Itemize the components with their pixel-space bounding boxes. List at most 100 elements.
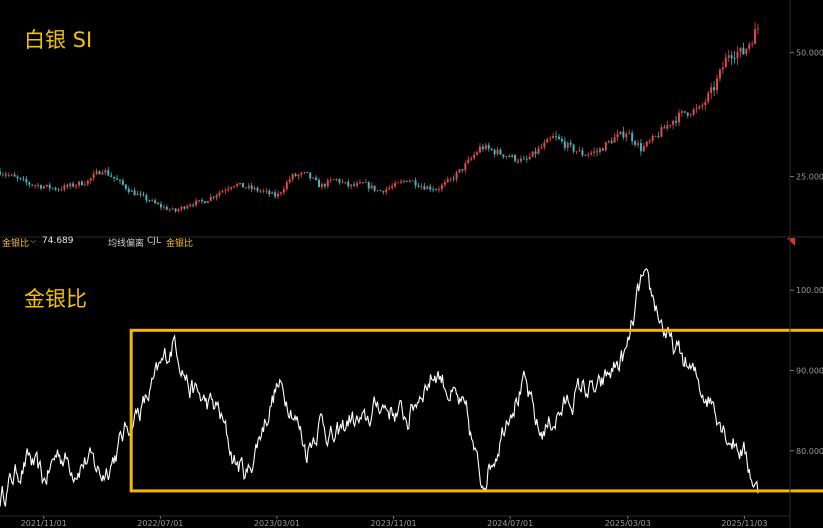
silver-candle-body <box>704 101 707 106</box>
silver-candle-body <box>347 181 350 187</box>
silver-candle-body <box>683 111 686 113</box>
silver-candle-body <box>745 48 748 55</box>
silver-candle-body <box>198 200 201 201</box>
silver-candle-body <box>206 200 209 204</box>
silver-candle-body <box>63 185 66 190</box>
silver-candle-body <box>496 149 499 155</box>
silver-candle-body <box>607 141 610 143</box>
silver-candle-body <box>37 185 40 186</box>
silver-candle-body <box>440 184 443 190</box>
silver-candle-body <box>648 140 651 142</box>
silver-candle-body <box>157 203 160 205</box>
gold-silver-ratio-line <box>0 268 759 507</box>
silver-candle-body <box>80 181 83 186</box>
silver-candle-body <box>148 200 151 202</box>
silver-candle-body <box>601 148 604 151</box>
x-tick-label: 2022/07/01 <box>137 519 183 528</box>
silver-candle-body <box>534 151 537 154</box>
silver-candle-body <box>133 190 136 196</box>
silver-candle-body <box>511 155 514 158</box>
silver-candle-body <box>484 145 487 150</box>
silver-candle-body <box>411 180 414 182</box>
highlight-range-box <box>129 328 823 493</box>
silver-candle-body <box>288 179 291 183</box>
silver-candle-body <box>724 57 727 68</box>
silver-candle-body <box>370 185 373 189</box>
silver-candle-body <box>279 192 282 194</box>
ratio-y-tick-label: 100.000 <box>796 286 823 295</box>
indicator-name[interactable]: 金银比 <box>2 236 29 249</box>
silver-candle-body <box>39 185 42 189</box>
silver-candle-body <box>458 169 461 173</box>
silver-candle-body <box>145 195 148 201</box>
silver-candle-body <box>215 195 218 198</box>
silver-candle-body <box>315 177 318 180</box>
silver-candle-body <box>233 186 236 188</box>
silver-candle-body <box>569 142 572 145</box>
silver-candle-body <box>180 206 183 210</box>
silver-candle-body <box>669 124 672 126</box>
silver-candle-body <box>78 181 81 186</box>
silver-candle-body <box>628 133 631 134</box>
silver-candle-body <box>429 186 432 190</box>
silver-candle-body <box>557 136 560 139</box>
silver-candle-body <box>227 188 230 191</box>
silver-candle-body <box>572 144 575 152</box>
silver-candle-body <box>25 179 28 183</box>
silver-candle-body <box>309 172 312 179</box>
silver-candle-body <box>162 206 165 208</box>
silver-candle-body <box>218 192 221 196</box>
silver-candle-body <box>4 174 7 176</box>
silver-candle-body <box>739 47 742 53</box>
silver-candle-body <box>721 67 724 70</box>
silver-candle-body <box>604 142 607 151</box>
silver-candle-body <box>689 114 692 116</box>
silver-chart-title: 白银 SI <box>24 28 93 52</box>
silver-candle-body <box>517 160 520 162</box>
silver-candle-body <box>323 184 326 187</box>
tab-ma-deviation[interactable]: 均线偏离 <box>108 236 144 249</box>
silver-candle-body <box>168 209 171 211</box>
silver-candle-body <box>590 152 593 155</box>
chevron-down-icon[interactable]: ⌵ <box>30 236 36 246</box>
silver-candle-body <box>367 182 370 189</box>
tab-gold-silver-ratio[interactable]: 金银比 <box>166 236 193 249</box>
silver-candle-body <box>86 180 89 185</box>
silver-candle-body <box>110 175 113 177</box>
silver-candle-body <box>48 184 51 189</box>
silver-candle-body <box>256 187 259 191</box>
x-tick-label: 2025/03/03 <box>605 519 651 528</box>
silver-candle-body <box>490 148 493 150</box>
x-tick-label: 2024/07/01 <box>487 519 533 528</box>
silver-candle-body <box>546 139 549 143</box>
silver-candle-body <box>713 87 716 91</box>
silver-candle-body <box>631 133 634 142</box>
tab-cjl[interactable]: CJL <box>147 236 161 246</box>
silver-candle-body <box>446 179 449 182</box>
silver-candle-body <box>672 120 675 125</box>
silver-candle-body <box>543 142 546 148</box>
silver-candle-body <box>291 174 294 180</box>
silver-candle-body <box>42 186 45 189</box>
ratio-chart-title: 金银比 <box>24 287 87 311</box>
silver-candle-body <box>748 44 751 49</box>
silver-candle-body <box>443 181 446 185</box>
silver-candle-body <box>487 145 490 149</box>
silver-candle-body <box>69 183 72 187</box>
silver-candle-body <box>209 196 212 201</box>
silver-candle-body <box>575 151 578 153</box>
silver-candle-body <box>294 174 297 177</box>
silver-candle-body <box>397 182 400 184</box>
silver-candle-body <box>616 134 619 138</box>
silver-candle-body <box>262 190 265 192</box>
silver-candle-body <box>402 180 405 182</box>
silver-candle-body <box>136 193 139 196</box>
silver-candle-body <box>189 204 192 207</box>
silver-candle-body <box>72 183 75 187</box>
silver-candle-body <box>224 190 227 191</box>
silver-candle-body <box>66 185 69 187</box>
silver-candle-body <box>379 190 382 192</box>
silver-candle-body <box>92 173 95 179</box>
silver-candle-body <box>478 146 481 153</box>
silver-candle-body <box>60 189 63 191</box>
